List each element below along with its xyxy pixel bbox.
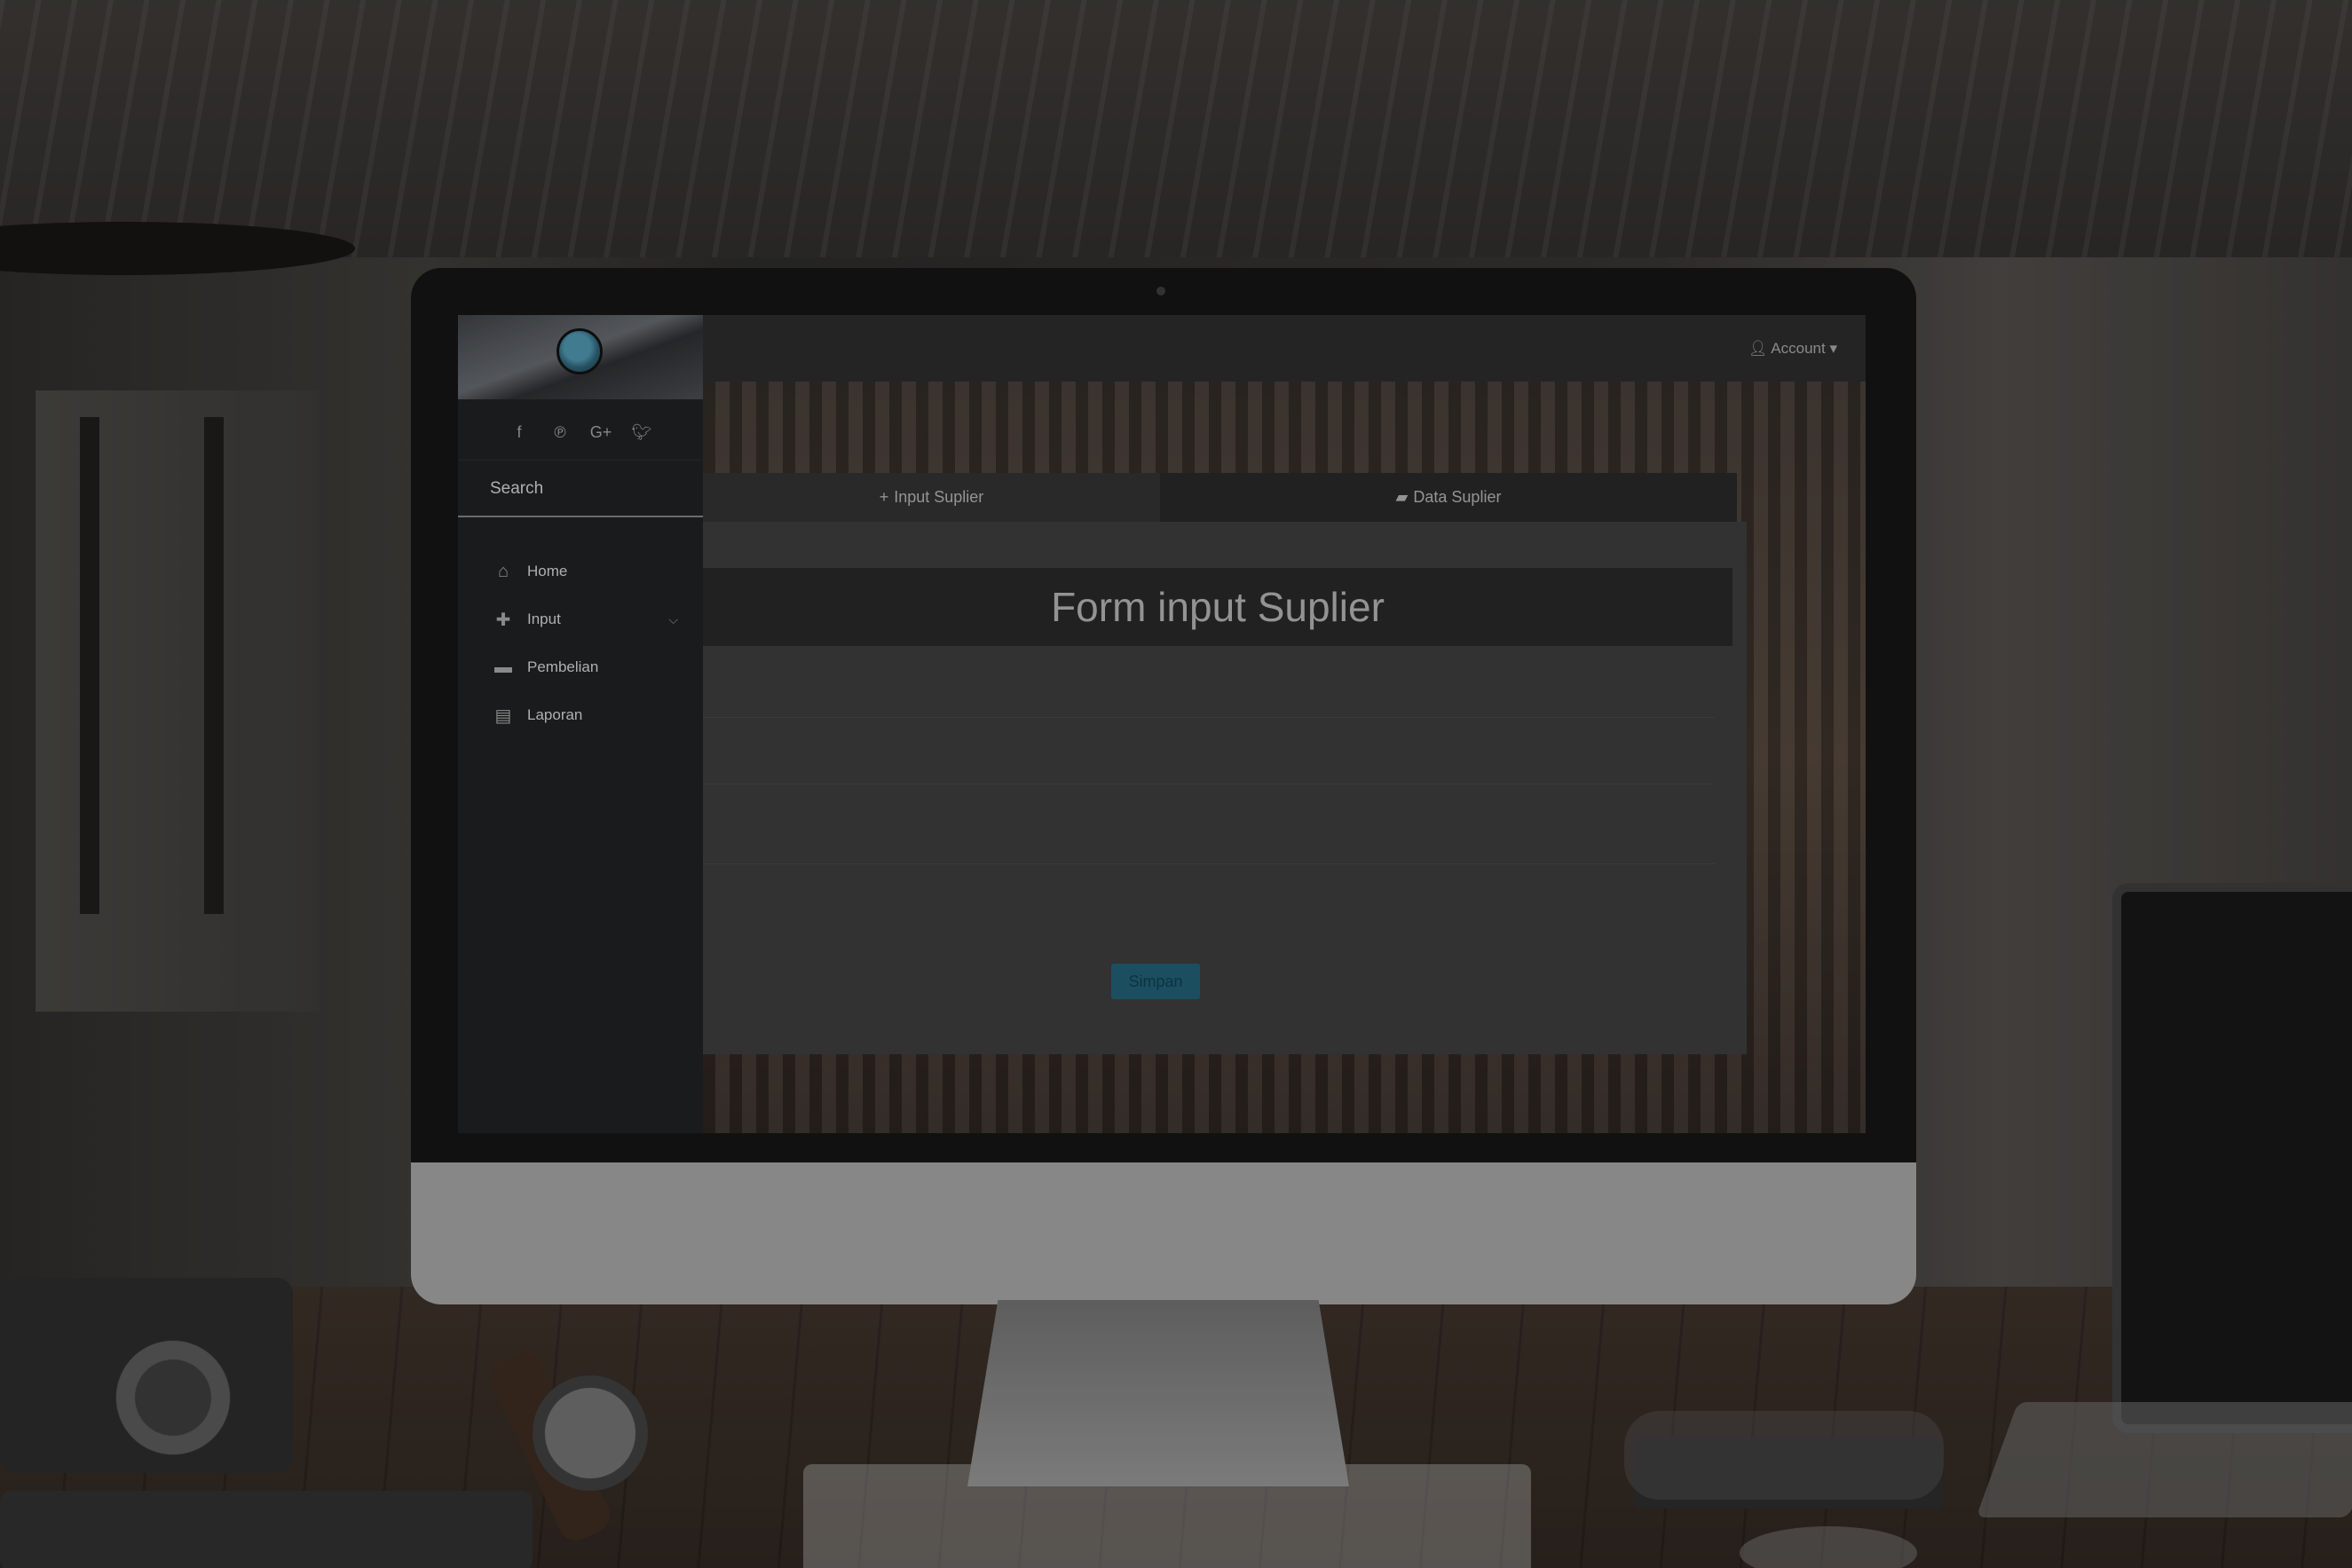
tab-label: Data Suplier <box>1413 488 1502 506</box>
text-input[interactable] <box>703 664 1718 719</box>
twitter-icon[interactable]: 🐦︎ <box>630 423 653 442</box>
profile-header <box>458 315 703 399</box>
sidebar-nav: ⌂ Home ✚ Input ⌵ ▬ Pembelian ▤ Laporan <box>458 548 703 739</box>
form-field-1[interactable] <box>703 664 1718 719</box>
clipboard-icon: ▤ <box>494 705 512 726</box>
facebook-icon[interactable]: f <box>508 423 531 442</box>
plus-icon: ✚ <box>495 610 511 630</box>
top-navbar: 👤︎ Account ▾ <box>703 315 1866 382</box>
imac-stand <box>967 1300 1349 1486</box>
folder-icon: ▰ <box>1395 488 1409 506</box>
tab-input-suplier[interactable]: + Input Suplier <box>703 473 1160 524</box>
google-plus-icon[interactable]: G+ <box>589 423 612 442</box>
app-screen: f ℗ G+ 🐦︎ ⌂ Home ✚ Input ⌵ ▬ Pembelian ▤ <box>458 315 1866 1133</box>
camera-lens <box>107 1331 240 1464</box>
sidebar-item-label: Input <box>527 611 561 627</box>
sidebar-item-input[interactable]: ✚ Input ⌵ <box>458 595 703 643</box>
text-input[interactable] <box>703 788 1718 865</box>
sidebar-item-home[interactable]: ⌂ Home <box>458 548 703 595</box>
tab-bar: + Input Suplier ▰ Data Suplier <box>703 473 1737 524</box>
form-panel: Form input Suplier Simpan <box>703 522 1747 1054</box>
sidebar-item-laporan[interactable]: ▤ Laporan <box>458 691 703 739</box>
laptop-base <box>1976 1402 2352 1517</box>
tab-data-suplier[interactable]: ▰ Data Suplier <box>1160 473 1737 522</box>
social-links: f ℗ G+ 🐦︎ <box>458 414 703 450</box>
account-label: Account <box>1771 340 1826 357</box>
watch <box>533 1375 648 1491</box>
search-input[interactable] <box>488 478 687 500</box>
home-icon: ⌂ <box>497 561 509 581</box>
window-frame <box>204 417 224 914</box>
sidebar-item-label: Pembelian <box>527 658 599 675</box>
avatar[interactable] <box>556 328 603 374</box>
chevron-down-icon[interactable]: ⌵ <box>668 612 678 627</box>
sidebar-search <box>458 460 703 517</box>
phone <box>0 1491 533 1568</box>
plus-icon: + <box>879 488 889 506</box>
pinterest-icon[interactable]: ℗ <box>549 423 572 442</box>
tab-label: Input Suplier <box>894 488 984 506</box>
form-field-3[interactable] <box>703 788 1718 865</box>
account-menu[interactable]: 👤︎ Account ▾ <box>1748 340 1837 358</box>
user-icon: 👤︎ <box>1748 340 1768 357</box>
form-field-2[interactable] <box>703 721 1718 785</box>
save-button[interactable]: Simpan <box>1111 964 1200 999</box>
sidebar-item-label: Laporan <box>527 706 583 723</box>
window-frame <box>80 417 99 914</box>
webcam <box>1156 287 1165 295</box>
sidebar-item-label: Home <box>527 563 568 579</box>
form-title: Form input Suplier <box>703 568 1732 646</box>
imac-chin <box>411 1162 1916 1304</box>
laptop-screen <box>2112 883 2352 1433</box>
earphones <box>1624 1411 1944 1500</box>
office-window <box>36 390 320 1012</box>
credit-card-icon: ▬ <box>494 657 512 677</box>
caret-down-icon: ▾ <box>1829 340 1837 357</box>
sidebar-item-pembelian[interactable]: ▬ Pembelian <box>458 643 703 691</box>
sidebar: f ℗ G+ 🐦︎ ⌂ Home ✚ Input ⌵ ▬ Pembelian ▤ <box>458 315 703 1133</box>
text-input[interactable] <box>703 721 1718 785</box>
